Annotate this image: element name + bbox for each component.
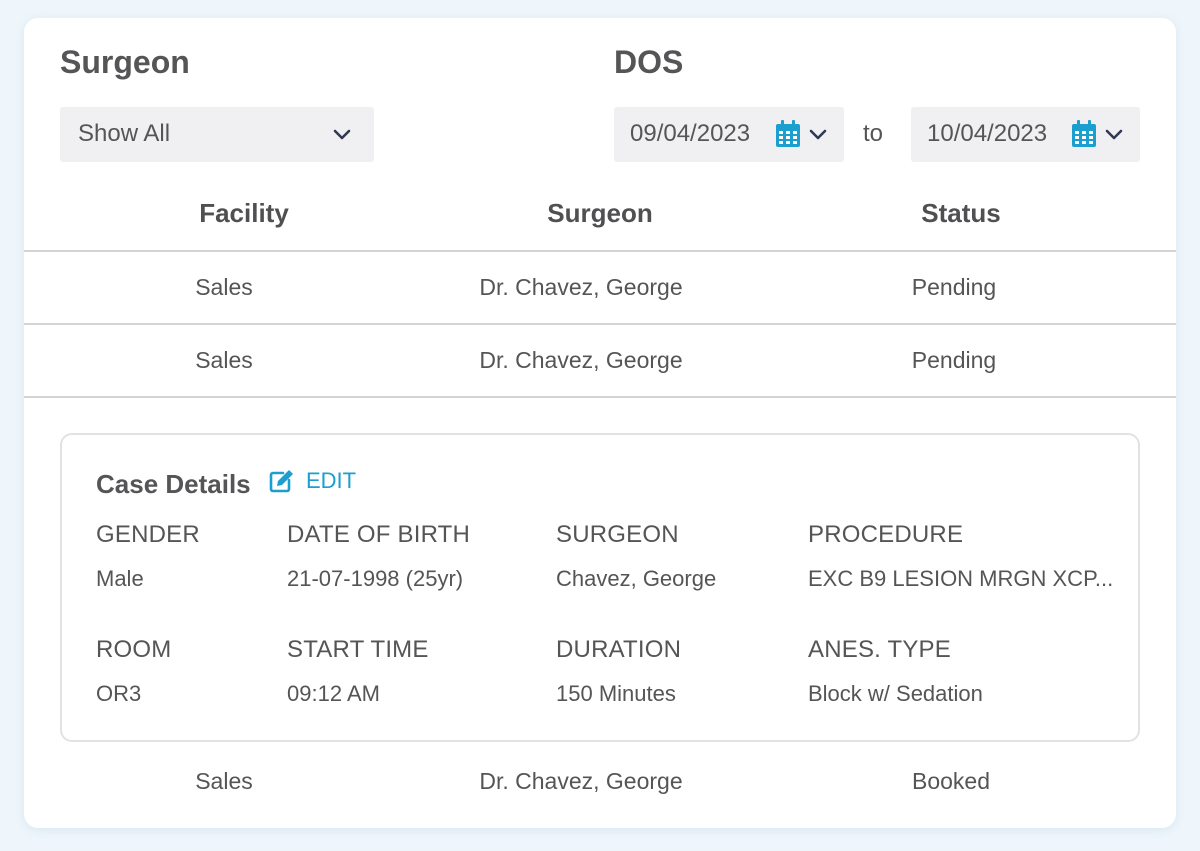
cell-facility: Sales — [195, 347, 253, 373]
field-label-procedure: PROCEDURE — [808, 521, 964, 548]
field-value-anes-type: Block w/ Sedation — [808, 681, 983, 706]
calendar-icon — [776, 120, 800, 147]
column-header-status[interactable]: Status — [811, 198, 1111, 229]
column-header-surgeon[interactable]: Surgeon — [450, 198, 750, 229]
date-to-picker[interactable]: 10/04/2023 — [911, 107, 1140, 162]
field-value-start-time: 09:12 AM — [287, 681, 380, 706]
field-label-gender: GENDER — [96, 521, 200, 548]
field-label-dob: DATE OF BIRTH — [287, 521, 471, 548]
surgeon-select[interactable]: Show All — [60, 107, 374, 162]
chevron-down-icon — [1105, 129, 1123, 140]
cell-surgeon: Dr. Chavez, George — [479, 274, 683, 300]
field-value-room: OR3 — [96, 681, 142, 706]
table-row[interactable]: Sales Dr. Chavez, George Booked — [24, 746, 1176, 817]
row-divider — [24, 396, 1176, 398]
table-row[interactable]: Sales Dr. Chavez, George Pending — [24, 252, 1176, 323]
edit-label: EDIT — [306, 468, 357, 493]
date-range-separator: to — [863, 120, 884, 147]
field-label-surgeon: SURGEON — [556, 521, 679, 548]
cell-facility: Sales — [195, 274, 253, 300]
surgeon-select-value: Show All — [78, 120, 171, 147]
column-header-facility[interactable]: Facility — [94, 198, 394, 229]
field-value-dob: 21-07-1998 (25yr) — [287, 566, 464, 591]
field-label-start-time: START TIME — [287, 636, 429, 663]
cell-status: Pending — [911, 347, 997, 373]
chevron-down-icon — [333, 129, 351, 140]
edit-icon — [269, 470, 293, 493]
field-value-surgeon: Chavez, George — [556, 566, 717, 591]
cell-surgeon: Dr. Chavez, George — [479, 768, 683, 794]
cell-status: Pending — [911, 274, 997, 300]
field-label-anes-type: ANES. TYPE — [808, 636, 951, 663]
field-value-gender: Male — [96, 566, 144, 591]
cell-facility: Sales — [195, 768, 253, 794]
field-label-room: ROOM — [96, 636, 172, 663]
edit-button[interactable]: EDIT — [268, 468, 356, 494]
chevron-down-icon — [809, 129, 827, 140]
cases-card: Surgeon Show All DOS 09/04/2023 to 10/04… — [24, 18, 1176, 828]
field-label-duration: DURATION — [556, 636, 682, 663]
date-from-picker[interactable]: 09/04/2023 — [614, 107, 844, 162]
field-value-procedure: EXC B9 LESION MRGN XCP... — [808, 566, 1114, 591]
dos-filter-label: DOS — [614, 44, 684, 80]
surgeon-filter-label: Surgeon — [60, 44, 190, 80]
table-row[interactable]: Sales Dr. Chavez, George Pending — [24, 325, 1176, 396]
calendar-icon — [1072, 120, 1096, 147]
date-to-value: 10/04/2023 — [927, 120, 1048, 147]
case-details-title: Case Details — [96, 469, 251, 499]
cell-status: Booked — [911, 768, 990, 794]
date-from-value: 09/04/2023 — [630, 120, 751, 147]
cell-surgeon: Dr. Chavez, George — [479, 347, 683, 373]
field-value-duration: 150 Minutes — [556, 681, 676, 706]
case-details-panel: Case Details EDIT GENDER Male DATE OF BI… — [60, 433, 1140, 742]
